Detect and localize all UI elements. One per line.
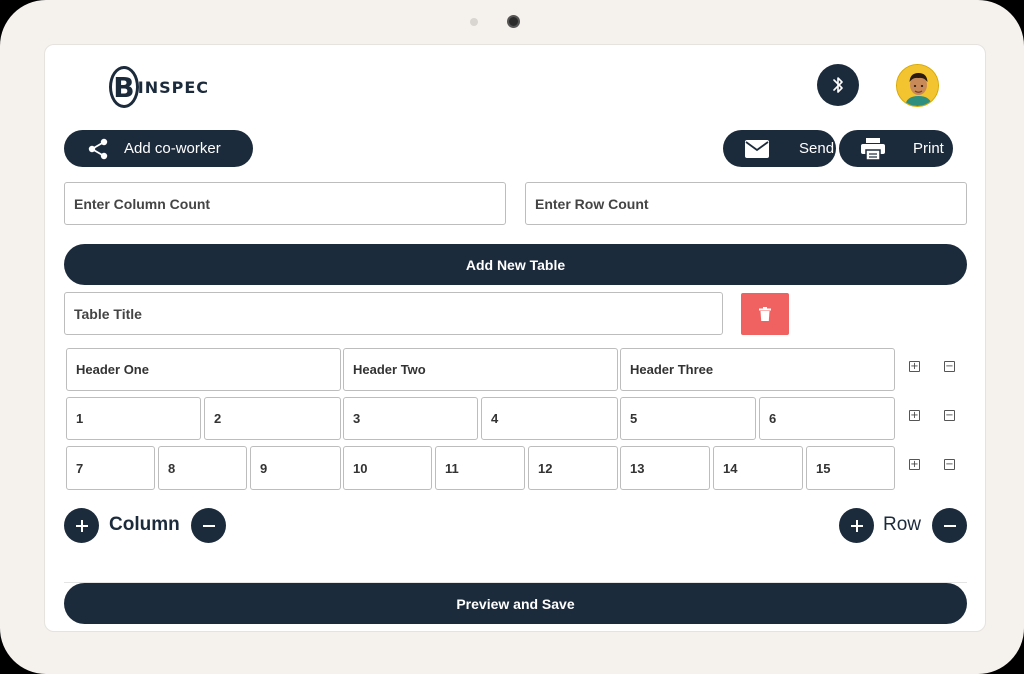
add-column-button[interactable] <box>64 508 99 543</box>
add-coworker-button[interactable]: Add co-worker <box>64 130 253 167</box>
user-avatar[interactable] <box>896 64 939 107</box>
logo-text: INSPEC <box>137 77 209 97</box>
column-count-field[interactable] <box>64 182 506 225</box>
header-cell[interactable]: Header Two <box>343 348 618 391</box>
add-row-button[interactable] <box>839 508 874 543</box>
table-cell[interactable]: 4 <box>481 397 618 440</box>
table-cell[interactable]: 10 <box>343 446 432 490</box>
table-cell[interactable]: 9 <box>250 446 341 490</box>
table-cell[interactable]: 7 <box>66 446 155 490</box>
table-cell[interactable]: 3 <box>343 397 478 440</box>
print-label: Print <box>913 140 944 157</box>
add-new-table-label: Add New Table <box>465 256 566 273</box>
table-title-field[interactable] <box>64 292 723 335</box>
add-row-icon[interactable]: + <box>909 410 920 421</box>
remove-row-button[interactable] <box>932 508 967 543</box>
bluetooth-button[interactable] <box>817 64 859 106</box>
trash-icon <box>759 307 771 321</box>
table-cell[interactable]: 14 <box>713 446 803 490</box>
table-cell[interactable]: 1 <box>66 397 201 440</box>
delete-table-button[interactable] <box>741 293 789 335</box>
header-cell[interactable]: Header One <box>66 348 341 391</box>
preview-and-save-label: Preview and Save <box>456 595 575 612</box>
table-cell[interactable]: 2 <box>204 397 341 440</box>
column-count-input[interactable] <box>74 183 505 224</box>
minus-icon <box>202 524 215 527</box>
table-title-input[interactable] <box>74 293 722 334</box>
header-cell[interactable]: Header Three <box>620 348 895 391</box>
remove-row-icon[interactable]: − <box>944 410 955 421</box>
table-cell[interactable]: 5 <box>620 397 756 440</box>
table-cell[interactable]: 13 <box>620 446 710 490</box>
sensor-dot <box>470 18 478 26</box>
plus-icon <box>75 519 88 532</box>
remove-row-icon[interactable]: − <box>944 459 955 470</box>
row-label: Row <box>883 514 922 535</box>
tablet-frame: B INSPEC Add co-worker Send Print Enter … <box>0 0 1024 674</box>
mail-icon <box>745 139 769 158</box>
add-row-icon[interactable]: + <box>909 361 920 372</box>
avatar-image <box>897 65 938 106</box>
minus-icon <box>943 524 956 527</box>
column-label: Column <box>109 514 180 535</box>
share-icon <box>86 137 110 161</box>
table-cell[interactable]: 15 <box>806 446 895 490</box>
remove-column-button[interactable] <box>191 508 226 543</box>
send-label: Send <box>799 140 835 157</box>
app-screen: B INSPEC Add co-worker Send Print Enter … <box>44 44 986 632</box>
logo-mark: B <box>109 66 139 108</box>
plus-icon <box>850 519 863 532</box>
table-cell[interactable]: 11 <box>435 446 525 490</box>
row-count-input[interactable] <box>535 183 966 224</box>
table-cell[interactable]: 8 <box>158 446 247 490</box>
add-row-icon[interactable]: + <box>909 459 920 470</box>
preview-and-save-button[interactable]: Preview and Save <box>64 583 967 624</box>
printer-icon <box>861 137 885 160</box>
remove-row-icon[interactable]: − <box>944 361 955 372</box>
front-camera <box>507 15 520 28</box>
bluetooth-icon <box>833 77 843 93</box>
table-cell[interactable]: 6 <box>759 397 895 440</box>
add-new-table-button[interactable]: Add New Table <box>64 244 967 285</box>
send-button[interactable]: Send <box>723 130 836 167</box>
add-coworker-label: Add co-worker <box>124 140 221 157</box>
table-cell[interactable]: 12 <box>528 446 618 490</box>
print-button[interactable]: Print <box>839 130 953 167</box>
row-count-field[interactable] <box>525 182 967 225</box>
app-logo: B INSPEC <box>109 65 209 109</box>
